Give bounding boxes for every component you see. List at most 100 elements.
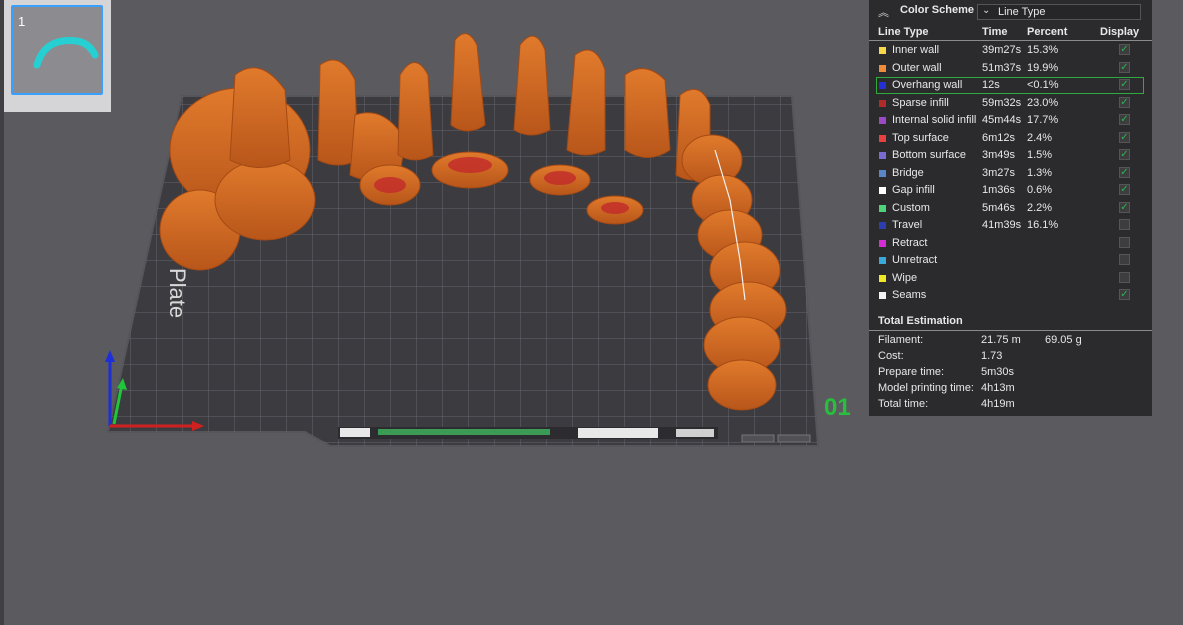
color-swatch xyxy=(879,47,886,54)
double-chevron-up-icon[interactable]: ︽ xyxy=(878,4,889,20)
line-type-time: 51m37s xyxy=(982,61,1022,74)
line-type-name: Bottom surface xyxy=(892,149,966,161)
display-checkbox[interactable]: ✓ xyxy=(1119,114,1130,125)
legend-header: ︽ Color Scheme ⌄ Line Type xyxy=(869,0,1152,22)
checkmark-icon: ✓ xyxy=(1120,96,1129,108)
line-type-time: 1m36s xyxy=(982,184,1016,196)
display-checkbox[interactable]: ✓ xyxy=(1119,96,1130,108)
model-thumbnail-icon xyxy=(33,37,99,69)
line-type-percent: 16.1% xyxy=(1027,219,1059,231)
model-printing-time-label: Model printing time: xyxy=(878,382,974,394)
line-type-time: 3m27s xyxy=(982,166,1016,179)
color-swatch xyxy=(879,204,886,212)
total-estimation-title: Total Estimation xyxy=(878,315,963,327)
line-type-row[interactable]: Top surface 6m12s 2.4% ✓ xyxy=(869,130,1152,147)
checkmark-icon: ✓ xyxy=(1120,131,1129,143)
display-checkbox[interactable]: ✓ xyxy=(1119,131,1130,143)
line-type-name: Wipe xyxy=(892,271,918,284)
line-type-row[interactable]: Sparse infill 59m32s 23.0% ✓ xyxy=(869,95,1152,112)
line-type-time: 45m44s xyxy=(982,114,1022,126)
chevron-down-icon: ⌄ xyxy=(982,5,991,16)
line-type-name: Inner wall xyxy=(892,44,940,56)
display-checkbox[interactable]: ✓ xyxy=(1119,201,1130,213)
display-checkbox[interactable]: ✓ xyxy=(1119,289,1130,300)
line-type-row[interactable]: Travel 41m39s 16.1% xyxy=(869,217,1152,234)
total-time-label: Total time: xyxy=(878,398,929,410)
line-type-row[interactable]: Internal solid infill 45m44s 17.7% ✓ xyxy=(869,112,1152,129)
3d-viewport[interactable]: Plate 01 1 ︽ Color Scheme ⌄ Line Type Li… xyxy=(0,0,1183,625)
checkmark-icon: ✓ xyxy=(1120,166,1129,178)
line-type-name: Gap infill xyxy=(892,184,935,196)
color-scheme-legend: ︽ Color Scheme ⌄ Line Type Line Type Tim… xyxy=(869,0,1152,416)
display-checkbox[interactable]: ✓ xyxy=(1119,149,1130,160)
line-type-row[interactable]: Bridge 3m27s 1.3% ✓ xyxy=(869,165,1152,182)
line-type-name: Retract xyxy=(892,236,928,249)
line-type-time: 3m49s xyxy=(982,149,1016,161)
prepare-time-label: Prepare time: xyxy=(878,366,945,378)
line-type-row[interactable]: Retract xyxy=(869,235,1152,252)
display-checkbox[interactable] xyxy=(1119,219,1130,230)
line-type-name: Overhang wall xyxy=(892,79,963,91)
filament-label: Filament: xyxy=(878,334,924,346)
color-swatch xyxy=(879,274,886,282)
line-type-percent: 17.7% xyxy=(1027,114,1059,126)
color-swatch xyxy=(879,169,886,177)
line-type-percent: 15.3% xyxy=(1027,44,1059,56)
line-type-row[interactable]: Inner wall 39m27s 15.3% ✓ xyxy=(869,42,1152,59)
line-type-row[interactable]: Custom 5m46s 2.2% ✓ xyxy=(869,200,1152,217)
cost-label: Cost: xyxy=(878,350,904,362)
line-type-time: 5m46s xyxy=(982,201,1016,214)
line-type-row[interactable]: Unretract xyxy=(869,252,1152,269)
line-type-percent: 2.2% xyxy=(1027,201,1053,214)
display-checkbox[interactable]: ✓ xyxy=(1119,166,1130,178)
checkmark-icon: ✓ xyxy=(1120,289,1129,300)
line-type-row[interactable]: Overhang wall 12s <0.1% ✓ xyxy=(869,77,1152,94)
checkmark-icon: ✓ xyxy=(1120,79,1129,90)
line-type-percent: 19.9% xyxy=(1027,61,1059,74)
display-checkbox[interactable]: ✓ xyxy=(1119,79,1130,90)
line-type-percent: 2.4% xyxy=(1027,131,1053,144)
line-type-time: 39m27s xyxy=(982,44,1022,56)
color-swatch xyxy=(879,82,886,89)
checkmark-icon: ✓ xyxy=(1120,149,1129,160)
filament-length: 21.75 m xyxy=(981,334,1021,346)
color-swatch xyxy=(879,64,886,72)
display-checkbox[interactable] xyxy=(1119,271,1130,283)
checkmark-icon: ✓ xyxy=(1120,44,1129,55)
checkmark-icon: ✓ xyxy=(1120,114,1129,125)
line-type-row[interactable]: Seams ✓ xyxy=(869,287,1152,304)
line-type-row[interactable]: Gap infill 1m36s 0.6% ✓ xyxy=(869,182,1152,199)
line-type-name: Top surface xyxy=(892,131,949,144)
color-scheme-select[interactable]: ⌄ Line Type xyxy=(977,4,1141,20)
filament-weight: 69.05 g xyxy=(1045,334,1082,346)
line-type-time: 6m12s xyxy=(982,131,1016,144)
plate-number-marker: 01 xyxy=(824,394,851,421)
display-checkbox[interactable]: ✓ xyxy=(1119,44,1130,55)
legend-divider xyxy=(869,40,1152,41)
line-type-percent: 0.6% xyxy=(1027,184,1053,196)
column-line-type: Line Type xyxy=(878,26,929,38)
line-type-row[interactable]: Bottom surface 3m49s 1.5% ✓ xyxy=(869,147,1152,164)
line-type-row[interactable]: Wipe xyxy=(869,270,1152,287)
plate-number: 1 xyxy=(18,14,26,29)
color-swatch xyxy=(879,187,886,194)
line-type-name: Bridge xyxy=(892,166,924,179)
line-type-row[interactable]: Outer wall 51m37s 19.9% ✓ xyxy=(869,60,1152,77)
color-scheme-select-value: Line Type xyxy=(998,6,1046,18)
color-swatch xyxy=(879,117,886,124)
line-type-name: Unretract xyxy=(892,254,938,266)
line-type-name: Seams xyxy=(892,289,927,301)
color-swatch xyxy=(879,239,886,247)
color-swatch xyxy=(879,292,886,299)
display-checkbox[interactable] xyxy=(1119,254,1130,265)
line-type-time: 59m32s xyxy=(982,96,1022,109)
checkmark-icon: ✓ xyxy=(1120,61,1129,73)
display-checkbox[interactable]: ✓ xyxy=(1119,61,1130,73)
plate-label: Plate xyxy=(165,268,190,318)
display-checkbox[interactable]: ✓ xyxy=(1119,184,1130,195)
display-checkbox[interactable] xyxy=(1119,236,1130,248)
color-swatch xyxy=(879,99,886,107)
column-time: Time xyxy=(982,26,1008,38)
line-type-percent: 23.0% xyxy=(1027,96,1059,109)
color-swatch xyxy=(879,134,886,142)
